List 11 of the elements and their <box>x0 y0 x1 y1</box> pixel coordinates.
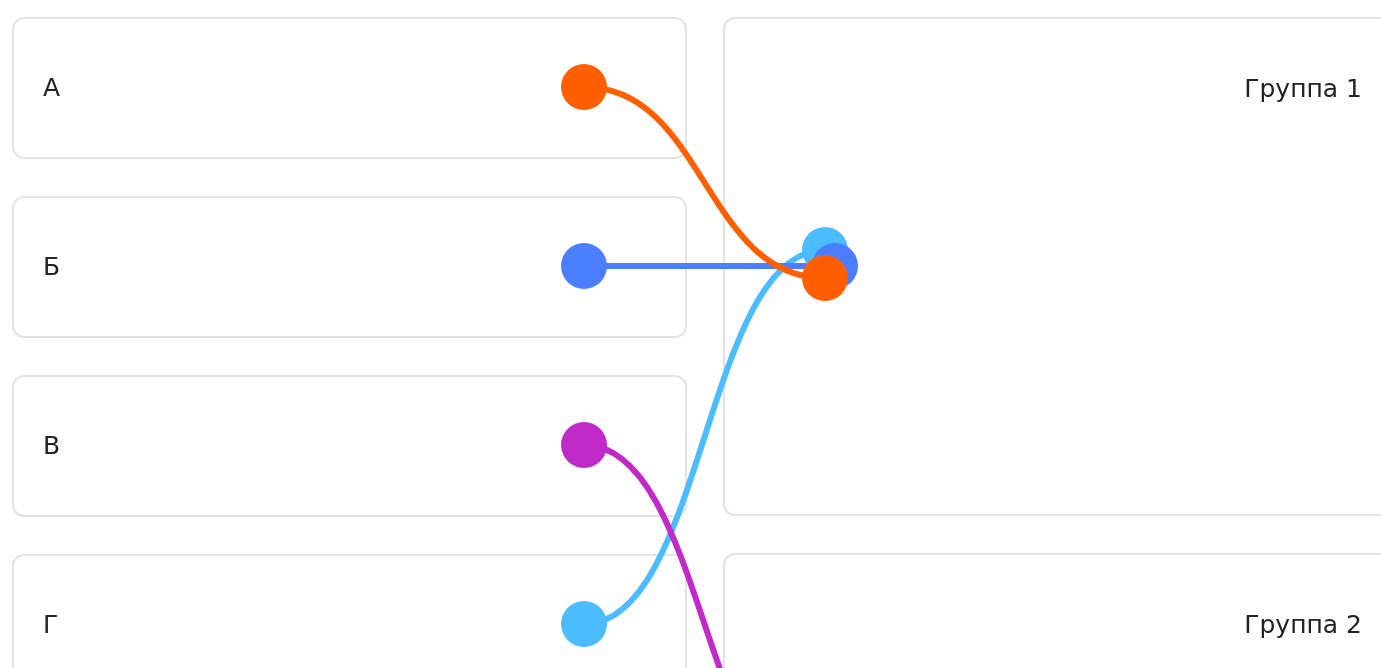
connection-handle[interactable] <box>561 243 607 289</box>
group-label: Группа 2 <box>1244 610 1362 640</box>
group-label: Группа 1 <box>1244 74 1362 104</box>
item-label: А <box>43 73 61 103</box>
connection-handle[interactable] <box>561 422 607 468</box>
connection-handle[interactable] <box>561 601 607 647</box>
handle-cluster-drawing[interactable] <box>802 227 858 301</box>
item-label: В <box>43 431 61 461</box>
item-label: Г <box>43 610 59 640</box>
connection-handle[interactable] <box>561 64 607 110</box>
item-label: Б <box>43 252 61 282</box>
